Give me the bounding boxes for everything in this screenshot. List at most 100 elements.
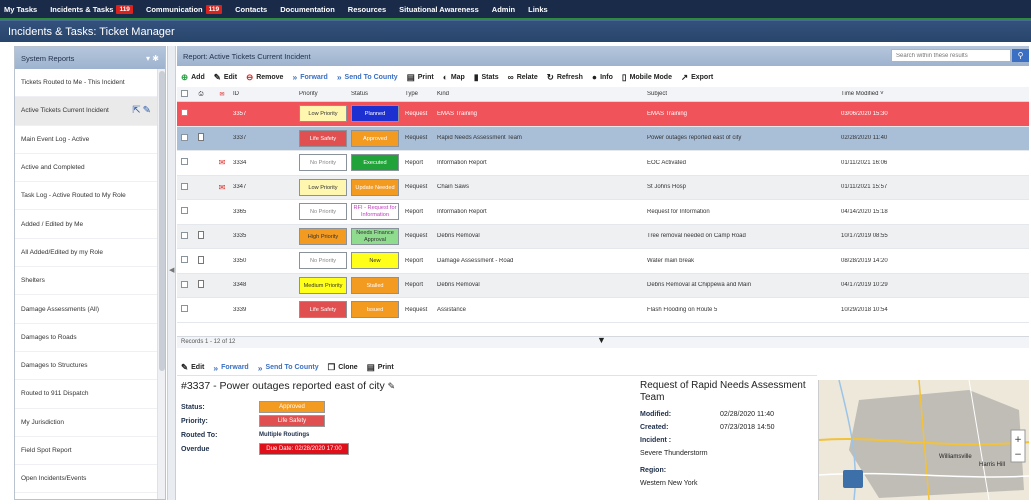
ticket-type: Report (405, 208, 424, 215)
detail-toolbar-icon: ✎ (181, 362, 189, 372)
table-row[interactable]: ✉ 3334 No Priority Executed Report Informatio… (177, 151, 1029, 176)
nav-item[interactable]: Admin (492, 5, 515, 14)
table-row[interactable]: ✉ 3347 Low Priority Update Needed Request Cha… (177, 175, 1029, 200)
nav-item[interactable]: Resources (348, 5, 386, 14)
nav-item[interactable]: Communication 119 (146, 4, 223, 14)
mail-header-icon: ✉ (219, 91, 225, 98)
row-checkbox[interactable] (181, 231, 188, 239)
table-row[interactable]: 3350 No Priority New Report Damage Assessmen… (177, 249, 1029, 274)
row-checkbox[interactable] (181, 158, 188, 166)
row-checkbox[interactable] (181, 280, 188, 288)
priority-badge: No Priority (299, 252, 347, 270)
remove-button[interactable]: ⊖ Remove (246, 72, 283, 83)
nav-item[interactable]: Situational Awareness (399, 5, 479, 14)
table-row[interactable]: 3357 Low Priority Planned Request EMAS Train… (177, 102, 1029, 127)
export-button[interactable]: ↗ Export (681, 72, 713, 83)
document-icon[interactable] (198, 255, 204, 264)
nav-item[interactable]: My Tasks (4, 5, 37, 14)
refresh-icon: ↻ (546, 71, 554, 82)
send-to-county-button[interactable]: » Send To County (337, 72, 398, 82)
select-all-checkbox[interactable] (181, 89, 188, 97)
records-footer: Records 1 - 12 of 12 ▼ (177, 335, 1029, 348)
sidebar-item[interactable]: Main Event Log - Active (15, 126, 159, 154)
stats-button[interactable]: ▮ Stats (474, 72, 499, 83)
nav-item[interactable]: Contacts (235, 5, 267, 14)
detail-clone-button[interactable]: ❐ Clone (328, 362, 358, 373)
map-label: Williamsville (939, 454, 972, 460)
search-button[interactable]: ⚲ (1012, 49, 1029, 62)
priority-badge: High Priority (299, 227, 347, 245)
document-icon[interactable] (198, 231, 204, 240)
sidebar-item[interactable]: Damage Assessments (All) (15, 295, 159, 324)
col-subject[interactable]: Subject (647, 91, 841, 97)
info-button[interactable]: ● Info (592, 72, 613, 82)
sidebar-item[interactable]: Tickets Routed to Me - This Incident (15, 69, 159, 98)
row-checkbox[interactable] (181, 133, 188, 141)
sidebar-item[interactable]: Shelters (15, 267, 159, 296)
detail-print-button[interactable]: ▤ Print (367, 362, 394, 373)
search-input[interactable] (891, 49, 1011, 62)
sidebar-item[interactable]: Task Log - Active Routed to My Role (15, 182, 159, 211)
mail-icon[interactable]: ✉ (219, 158, 226, 167)
sidebar-item[interactable]: Added / Edited by Me (15, 210, 159, 239)
col-id[interactable]: ID (233, 91, 299, 97)
ticket-subject: EOC Activated (647, 159, 687, 166)
mobile-icon: ▯ (621, 71, 627, 82)
status-badge: Approved (259, 401, 325, 413)
map-layer-icon[interactable] (843, 470, 863, 488)
incident-map[interactable]: + − Williamsville Harris Hill (818, 380, 1029, 500)
refresh-button[interactable]: ↻ Refresh (547, 72, 583, 83)
table-row[interactable]: 3348 Medium Priority Stalled Report Debris R… (177, 273, 1029, 298)
row-checkbox[interactable] (181, 109, 188, 117)
col-kind[interactable]: Kind (437, 91, 647, 97)
sidebar-item[interactable]: Damages to Roads (15, 324, 159, 352)
document-icon[interactable] (198, 133, 204, 142)
edit-button[interactable]: ✎ Edit (214, 72, 237, 83)
zoom-out-button[interactable]: − (1014, 450, 1022, 460)
sidebar-item[interactable]: Active and Completed (15, 154, 159, 183)
row-checkbox[interactable] (181, 256, 188, 264)
sidebar-item[interactable]: Field Spot Report (15, 437, 159, 466)
zoom-in-button[interactable]: + (1014, 435, 1022, 445)
relate-button[interactable]: ∞ Relate (508, 72, 538, 82)
status-badge: New (351, 252, 399, 270)
forward-button[interactable]: » Forward (292, 72, 327, 82)
ticket-subject: Water main break (647, 257, 695, 264)
sidebar-scrollbar[interactable] (157, 69, 165, 499)
nav-item[interactable]: Documentation (280, 5, 335, 14)
sidebar-item[interactable]: All Added/Edited by my Role (15, 239, 159, 268)
sidebar-collapse-handle[interactable]: ◀ (167, 46, 176, 500)
print-button[interactable]: ▤ Print (407, 72, 434, 83)
sidebar-item[interactable]: Routed to 911 Dispatch (15, 380, 159, 409)
edit-icon[interactable]: ✎ (388, 381, 396, 391)
col-priority[interactable]: Priority (299, 91, 351, 97)
nav-item[interactable]: Incidents & Tasks 119 (50, 4, 133, 14)
table-row[interactable]: 3335 High Priority Needs Finance Approval R… (177, 224, 1029, 249)
row-checkbox[interactable] (181, 207, 188, 215)
document-icon[interactable] (198, 280, 204, 289)
detail-forward-button[interactable]: » Forward (213, 363, 248, 373)
col-status[interactable]: Status (351, 91, 405, 97)
add-button[interactable]: ⊕ Add (181, 72, 205, 83)
row-checkbox[interactable] (181, 182, 188, 190)
row-checkbox[interactable] (181, 305, 188, 313)
sidebar-item[interactable]: Damages to Structures (15, 352, 159, 381)
ticket-type: Report (405, 257, 424, 264)
sidebar-controls[interactable]: ▾ ✱ (146, 54, 159, 63)
table-row[interactable]: 3365 No Priority RFI - Request for Informa… (177, 200, 1029, 225)
expand-arrow-icon[interactable]: ▼ (597, 335, 606, 346)
mobile-mode-button[interactable]: ▯ Mobile Mode (622, 72, 672, 83)
table-row[interactable]: 3339 Life Safety Issued Request Assistance Fl… (177, 298, 1029, 323)
col-type[interactable]: Type (405, 91, 437, 97)
sidebar-item[interactable]: Open Incidents/Events (15, 465, 159, 494)
mail-icon[interactable]: ✉ (219, 183, 226, 192)
table-row[interactable]: 3337 Life Safety Approved Request Rapid Need… (177, 126, 1029, 151)
detail-send-to-county-button[interactable]: » Send To County (258, 363, 319, 373)
col-time-modified[interactable]: Time Modified ˅ (841, 91, 961, 97)
open-external-icon[interactable]: ⇱✎ (132, 105, 153, 116)
sidebar-item[interactable]: Active Tickets Current Incident ⇱✎ (15, 97, 159, 126)
sidebar-item[interactable]: My Jurisdiction (15, 409, 159, 437)
nav-item[interactable]: Links (528, 5, 548, 14)
map-button[interactable]: ◐ Map (443, 72, 465, 82)
detail-edit-button[interactable]: ✎ Edit (181, 362, 204, 373)
